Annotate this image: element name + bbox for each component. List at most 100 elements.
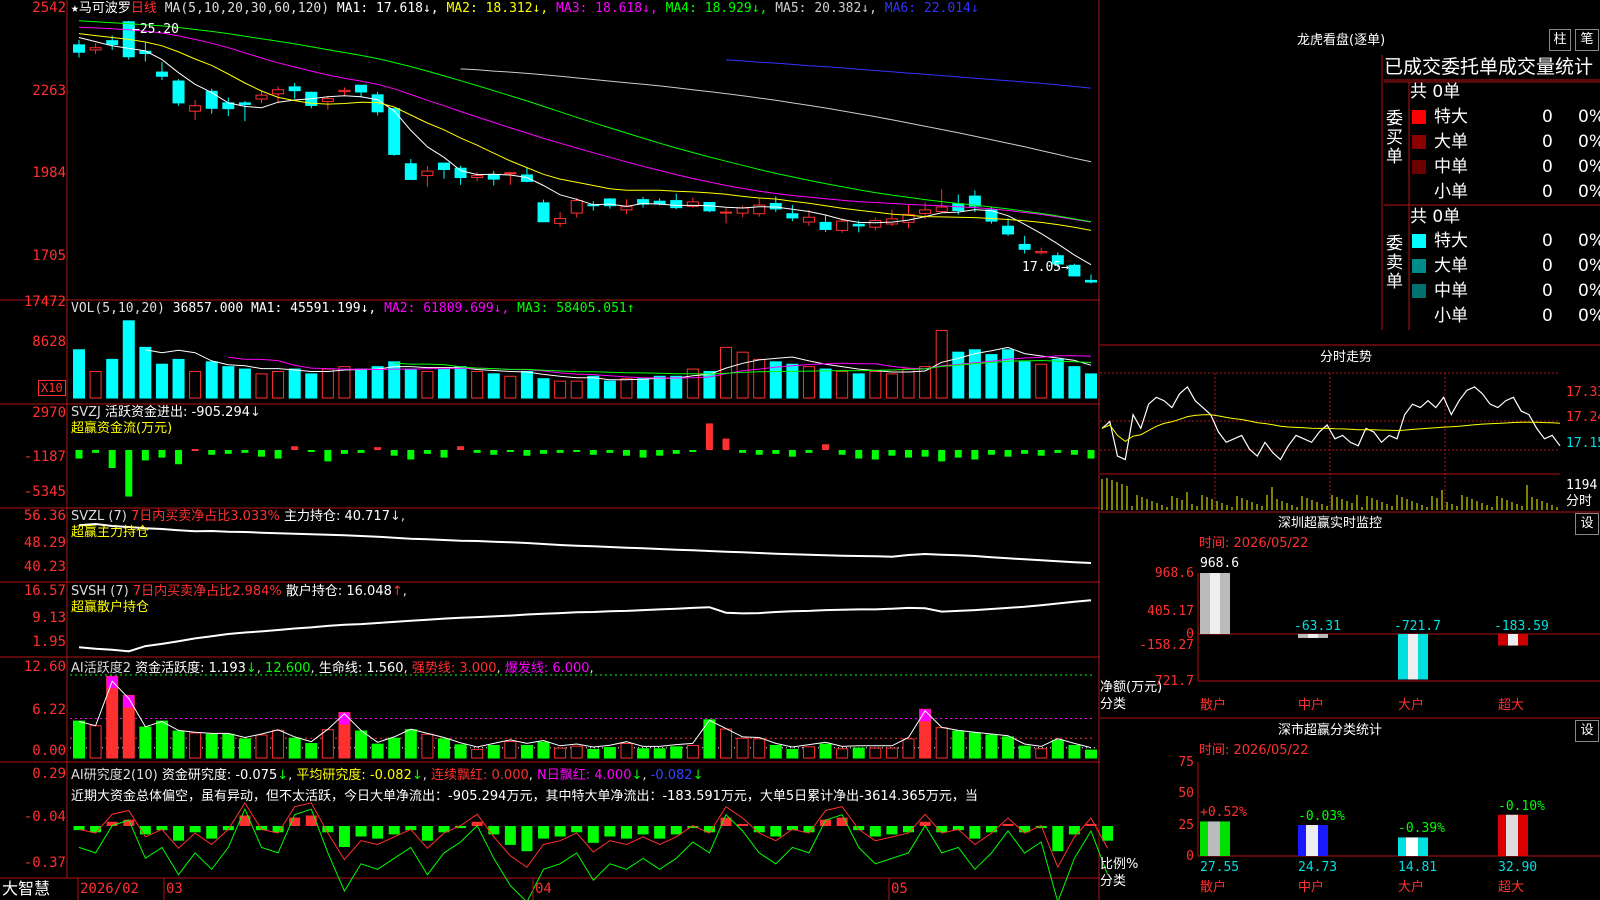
research-bar bbox=[421, 826, 433, 841]
volume-bar bbox=[869, 370, 882, 399]
stock-name[interactable]: 马可波罗 bbox=[79, 1, 131, 16]
volume-bar bbox=[968, 349, 981, 399]
monitor-settings-button[interactable]: 设 bbox=[1575, 513, 1599, 535]
stats-axis-label: 25 bbox=[1178, 818, 1194, 833]
trade-row-count: 0 bbox=[1542, 281, 1553, 301]
trade-stats-tab[interactable]: 已成交委托单成交量统计 bbox=[1384, 56, 1600, 78]
monitor-axis-label: -158.27 bbox=[1139, 638, 1194, 653]
trade-row: 大单 0 0% bbox=[1412, 255, 1600, 279]
svzl-text: 主力持仓: 40.717 bbox=[283, 509, 390, 524]
flow-bar bbox=[656, 450, 664, 456]
flow-bar bbox=[208, 450, 216, 455]
activity-bar bbox=[1068, 744, 1081, 759]
trade-row-pct: 0% bbox=[1578, 132, 1600, 152]
flow-bar bbox=[672, 450, 680, 454]
trade-row-count: 0 bbox=[1542, 306, 1553, 326]
monitor-bar-shine bbox=[1308, 634, 1318, 638]
activity-bar bbox=[471, 748, 484, 759]
trade-row-pct: 0% bbox=[1578, 157, 1600, 177]
stats-xlabel: 分类 bbox=[1100, 874, 1127, 889]
trade-row-pct: 0% bbox=[1578, 256, 1600, 276]
y-axis-label: 9.13 bbox=[32, 610, 66, 626]
trade-row-pct: 0% bbox=[1578, 231, 1600, 251]
activity-bar bbox=[852, 747, 865, 759]
activity-bar bbox=[155, 720, 168, 759]
price-panel-header: ★马可波罗日线 MA(5,10,20,30,60,120) MA1: 17.61… bbox=[71, 1, 979, 16]
volume-bar bbox=[620, 378, 633, 399]
vol-ma-value-2: MA2: 61809.699↓, bbox=[376, 301, 510, 316]
y-axis-label: -0.37 bbox=[23, 855, 66, 871]
activity-bar bbox=[520, 744, 533, 759]
volume-bar bbox=[205, 361, 218, 399]
period-label[interactable]: 日线 bbox=[131, 1, 157, 16]
activity-bar bbox=[802, 746, 815, 759]
trade-row: 大单 0 0% bbox=[1412, 131, 1600, 155]
activity-bar bbox=[454, 744, 467, 759]
tick-mode-button[interactable]: 笔 bbox=[1575, 29, 1599, 51]
ma-value-2: MA2: 18.312↓, bbox=[438, 1, 549, 16]
candle-body bbox=[155, 71, 168, 77]
candle-body bbox=[703, 202, 716, 212]
stats-bar-shine bbox=[1506, 814, 1518, 856]
research-bar bbox=[886, 826, 898, 835]
y-axis-label: 6.22 bbox=[32, 702, 66, 718]
legend-swatch bbox=[1412, 160, 1426, 174]
vol-unit-badge[interactable]: X10 bbox=[38, 380, 66, 396]
stats-axis-label: 50 bbox=[1178, 786, 1194, 801]
stats-settings-button[interactable]: 设 bbox=[1575, 720, 1599, 742]
monitor-bar-shine bbox=[1408, 634, 1418, 680]
volume-bar bbox=[272, 370, 285, 399]
research-bar bbox=[554, 826, 566, 837]
candle-body bbox=[653, 200, 666, 205]
monitor-axis-label: 968.6 bbox=[1154, 566, 1194, 581]
volume-bar bbox=[155, 363, 168, 399]
flow-bar bbox=[838, 450, 846, 455]
flow-bar bbox=[506, 450, 514, 452]
stats-pct-label: -0.03% bbox=[1298, 809, 1345, 824]
research-bar bbox=[1052, 826, 1064, 852]
flow-bar bbox=[639, 450, 647, 458]
activity-bar bbox=[720, 728, 733, 759]
flow-bar bbox=[921, 450, 929, 457]
sell-total: 共 0单 bbox=[1410, 207, 1461, 227]
flow-bar bbox=[788, 450, 796, 457]
candle-body bbox=[935, 206, 948, 212]
research-bar bbox=[521, 826, 533, 852]
ai1-burst: 爆发线: 6.000 bbox=[504, 661, 590, 676]
monitor-value-label: -183.59 bbox=[1494, 619, 1549, 634]
volume-bar bbox=[305, 373, 318, 399]
flow-bar bbox=[457, 446, 465, 450]
activity-bar bbox=[952, 730, 965, 759]
legend-swatch bbox=[1412, 234, 1426, 248]
activity-bar bbox=[819, 743, 832, 759]
volume-bar bbox=[670, 375, 683, 399]
activity-bar bbox=[885, 747, 898, 759]
flow-bar bbox=[739, 450, 747, 453]
monitor-time: 时间: 2026/05/22 bbox=[1199, 536, 1309, 551]
activity-bar bbox=[537, 741, 550, 759]
flow-bar bbox=[1070, 450, 1078, 455]
activity-bar bbox=[1002, 736, 1015, 759]
y-axis-label: 0.00 bbox=[32, 743, 66, 759]
trade-row-name: 中单 bbox=[1434, 157, 1468, 177]
research-bar bbox=[206, 826, 218, 839]
volume-bar bbox=[703, 370, 716, 399]
y-axis-label: 48.29 bbox=[23, 535, 66, 551]
candle-body bbox=[919, 209, 932, 214]
trade-row-pct: 0% bbox=[1578, 107, 1600, 127]
zhuli-line bbox=[78, 522, 1092, 564]
bar-mode-button[interactable]: 柱 bbox=[1549, 29, 1571, 51]
activity-bar bbox=[404, 729, 417, 759]
monitor-category: 大户 bbox=[1398, 698, 1425, 713]
stats-title: 深市超赢分类统计 bbox=[1278, 723, 1383, 738]
candle-body bbox=[1085, 279, 1097, 283]
fenshi-avg-line bbox=[1101, 414, 1561, 443]
legend-swatch bbox=[1412, 309, 1426, 323]
candle-body bbox=[802, 216, 815, 223]
flow-bar bbox=[1037, 450, 1045, 456]
activity-bar bbox=[238, 738, 251, 759]
candle-body bbox=[520, 174, 533, 182]
ma-line-3 bbox=[78, 26, 1092, 223]
svzl-title: SVZL (7) bbox=[71, 509, 127, 524]
trade-row-name: 特大 bbox=[1434, 231, 1468, 251]
